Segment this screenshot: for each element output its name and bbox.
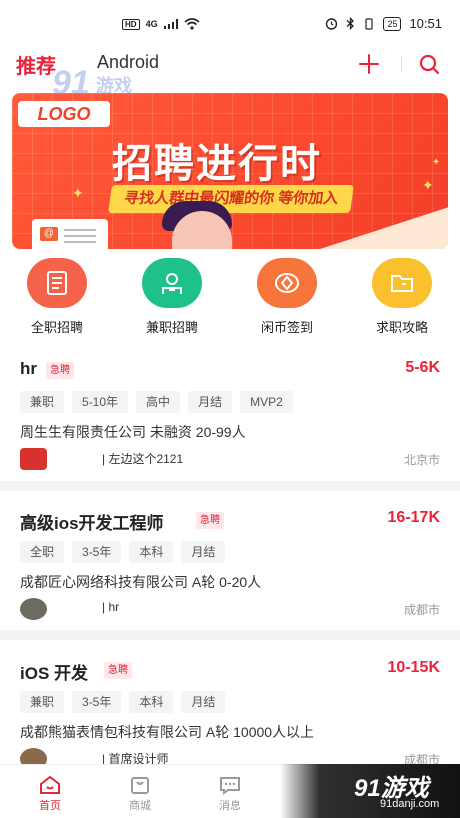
quick-entry-fulltime[interactable]: 全职招聘 xyxy=(12,258,102,336)
job-card[interactable]: 高级ios开发工程师 急聘 16-17K 全职 3-5年 本科 月结 成都匠心网… xyxy=(0,509,460,647)
quick-entry-parttime[interactable]: 兼职招聘 xyxy=(127,258,217,336)
quick-entry-label: 闲币签到 xyxy=(260,320,313,335)
job-tag: 5-10年 xyxy=(72,391,129,413)
watermark-url: 91danji.com xyxy=(380,798,440,810)
job-tag: 兼职 xyxy=(20,391,65,413)
clock: 10:51 xyxy=(409,16,442,31)
urgent-badge: 急聘 xyxy=(196,512,224,529)
banner-headline: 招聘进行时 xyxy=(112,142,322,186)
job-tag: 本科 xyxy=(129,541,174,563)
company-info: 成都熊猫表情包科技有限公司 A轮 10000人以上 xyxy=(20,724,315,740)
doc-line xyxy=(64,229,96,231)
job-tag: 月结 xyxy=(188,391,233,413)
recruit-banner[interactable]: LOGO 招聘进行时 寻找人群中最闪耀的你 等你加入 ✦ ✦ ✦ @ xyxy=(12,93,448,249)
nav-messages[interactable]: 消息 xyxy=(200,775,260,813)
job-tag: 3-5年 xyxy=(72,541,122,563)
job-tags: 全职 3-5年 本科 月结 xyxy=(20,541,226,563)
doc-icon xyxy=(27,258,87,308)
nav-label: 消息 xyxy=(219,800,241,812)
job-tag: 月结 xyxy=(181,541,226,563)
job-card[interactable]: hr 急聘 5-6K 兼职 5-10年 高中 月结 MVP2 周生生有限责任公司… xyxy=(0,359,460,497)
sparkle-icon: ✦ xyxy=(422,177,434,193)
watermark-number: 91 xyxy=(354,775,381,802)
resume-doc-graphic: @ xyxy=(32,219,108,249)
job-salary: 16-17K xyxy=(387,509,440,526)
job-tag: 月结 xyxy=(181,691,226,713)
urgent-badge: 急聘 xyxy=(46,362,74,379)
signal-icon xyxy=(163,19,178,29)
company-info: 周生生有限责任公司 未融资 20-99人 xyxy=(20,424,246,440)
status-bar: HD 4G 25 10:51 xyxy=(0,0,460,50)
quick-entry-label: 兼职招聘 xyxy=(145,320,198,335)
search-icon[interactable] xyxy=(418,53,440,75)
briefcase-icon xyxy=(142,258,202,308)
home-icon xyxy=(40,775,60,794)
avatar xyxy=(20,448,47,470)
doc-at-mark: @ xyxy=(40,227,58,241)
bag-icon xyxy=(131,777,149,794)
nav-home[interactable]: 首页 xyxy=(20,775,80,813)
recruiter-name: | 左边这个2121 xyxy=(102,452,184,466)
sparkle-icon: ✦ xyxy=(72,185,84,201)
folder-icon xyxy=(372,258,432,308)
job-city: 北京市 xyxy=(403,453,440,467)
bluetooth-icon xyxy=(346,17,355,30)
company-info: 成都匠心网络科技有限公司 A轮 0-20人 xyxy=(20,574,262,590)
quick-entry-label: 全职招聘 xyxy=(30,320,83,335)
quick-entry-guide[interactable]: 求职攻略 xyxy=(357,258,447,336)
doc-line xyxy=(64,235,96,237)
wifi-icon xyxy=(184,18,200,30)
job-tags: 兼职 5-10年 高中 月结 MVP2 xyxy=(20,391,293,413)
job-tag: 兼职 xyxy=(20,691,65,713)
job-tags: 兼职 3-5年 本科 月结 xyxy=(20,691,226,713)
urgent-badge: 急聘 xyxy=(104,662,132,679)
job-tag: 3-5年 xyxy=(72,691,122,713)
job-salary: 5-6K xyxy=(405,359,440,376)
nav-divider xyxy=(401,56,402,72)
card-separator xyxy=(0,481,460,491)
job-salary: 10-15K xyxy=(387,659,440,676)
coin-icon xyxy=(257,258,317,308)
job-title: iOS 开发 xyxy=(20,664,89,683)
status-right: 25 10:51 xyxy=(325,16,442,31)
banner-subline: 寻找人群中最闪耀的你 等你加入 xyxy=(108,185,355,213)
tab-recommend[interactable]: 推荐 xyxy=(16,50,56,79)
network-label: 4G xyxy=(145,19,158,29)
job-city: 成都市 xyxy=(403,603,440,617)
network-indicators: HD 4G xyxy=(122,18,200,30)
job-tag: 全职 xyxy=(20,541,65,563)
quick-entry-checkin[interactable]: 闲币签到 xyxy=(242,258,332,336)
add-icon[interactable] xyxy=(356,51,382,77)
card-separator xyxy=(0,630,460,640)
hd-badge: HD xyxy=(122,18,140,30)
quick-entries: 全职招聘 兼职招聘 闲币签到 求职攻略 xyxy=(0,258,460,340)
alarm-icon xyxy=(326,18,338,30)
nav-label: 商城 xyxy=(129,800,151,812)
doc-line xyxy=(64,241,96,243)
avatar xyxy=(20,598,47,620)
nav-shop[interactable]: 商城 xyxy=(110,775,170,813)
message-icon xyxy=(220,777,240,795)
battery-level: 25 xyxy=(383,16,402,31)
nav-label: 首页 xyxy=(39,800,61,812)
banner-logo: LOGO xyxy=(18,101,110,127)
job-tag: 本科 xyxy=(129,691,174,713)
job-title: 高级ios开发工程师 xyxy=(20,514,164,533)
job-tag: 高中 xyxy=(136,391,181,413)
job-tag: MVP2 xyxy=(240,391,293,413)
quick-entry-label: 求职攻略 xyxy=(375,320,428,335)
job-title: hr xyxy=(20,359,37,378)
vibrate-icon xyxy=(365,17,374,30)
watermark-footer: 91游戏 91danji.com xyxy=(280,764,460,818)
recruiter-name: | hr xyxy=(102,600,120,614)
sparkle-icon: ✦ xyxy=(432,157,441,168)
